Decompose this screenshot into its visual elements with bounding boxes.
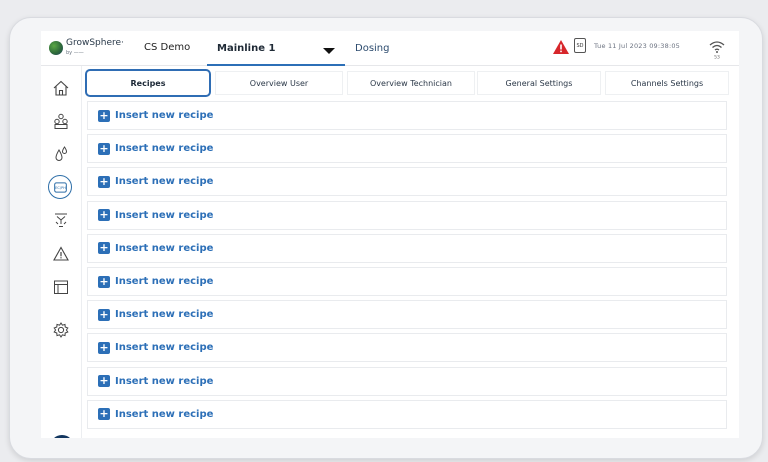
ec-ph-label: EC/PH	[55, 186, 66, 190]
insert-recipe-row[interactable]: + Insert new recipe	[87, 333, 727, 363]
home-icon[interactable]	[51, 78, 71, 98]
plus-icon: +	[98, 374, 110, 388]
brand-logo: GrowSphere· by ——	[49, 37, 124, 59]
tab-channels-settings[interactable]: Channels Settings	[605, 71, 729, 95]
plus-icon: +	[98, 340, 110, 354]
insert-recipe-row[interactable]: + Insert new recipe	[87, 101, 727, 130]
alarm-warning-icon[interactable]	[552, 39, 570, 55]
tab-recipes[interactable]: Recipes	[85, 69, 211, 97]
avatar[interactable]: CD	[50, 435, 74, 438]
ec-ph-icon[interactable]: EC/PH	[48, 175, 72, 199]
plus-icon: +	[98, 208, 110, 222]
insert-recipe-label: Insert new recipe	[115, 110, 214, 121]
insert-recipe-label: Insert new recipe	[115, 209, 214, 221]
insert-recipe-label: Insert new recipe	[115, 242, 214, 254]
irrigation-icon[interactable]	[51, 210, 71, 230]
plus-icon: +	[98, 108, 110, 122]
plus-icon: +	[98, 307, 110, 321]
insert-recipe-row[interactable]: + Insert new recipe	[87, 134, 727, 164]
wifi-level: 53	[714, 55, 720, 60]
plus-icon: +	[98, 241, 110, 255]
plus-icon: +	[98, 141, 110, 155]
insert-recipe-label: Insert new recipe	[115, 176, 214, 188]
dosing-drops-icon[interactable]	[51, 144, 71, 164]
insert-recipe-label: Insert new recipe	[115, 375, 214, 387]
tab-overview-user[interactable]: Overview User	[215, 71, 343, 95]
sd-card-icon[interactable]: SD	[574, 38, 586, 53]
insert-recipe-row[interactable]: + Insert new recipe	[87, 167, 727, 197]
chevron-down-icon	[323, 48, 335, 54]
insert-recipe-row[interactable]: + Insert new recipe	[87, 200, 727, 230]
recipe-list: + Insert new recipe + Insert new recipe + Ins…	[87, 101, 727, 436]
calendar-icon[interactable]	[51, 277, 71, 297]
top-bar: GrowSphere· by —— CS Demo Mainline 1 Dos…	[41, 31, 739, 66]
site-name: CS Demo	[144, 42, 191, 53]
datetime: Tue 11 Jul 2023 09:38:05	[594, 42, 681, 50]
plus-icon: +	[98, 407, 110, 421]
nodes-icon[interactable]	[51, 111, 71, 131]
insert-recipe-label: Insert new recipe	[115, 342, 214, 354]
wifi-icon[interactable]: 53	[709, 39, 725, 59]
alarm-warning-icon[interactable]	[51, 244, 71, 264]
insert-recipe-row[interactable]: + Insert new recipe	[87, 267, 727, 296]
insert-recipe-label: Insert new recipe	[115, 143, 214, 155]
insert-recipe-row[interactable]: + Insert new recipe	[87, 366, 727, 396]
plus-icon: +	[98, 174, 110, 188]
settings-gear-icon[interactable]	[51, 320, 71, 340]
tab-general-settings[interactable]: General Settings	[477, 71, 601, 95]
insert-recipe-label: Insert new recipe	[115, 276, 214, 287]
insert-recipe-row[interactable]: + Insert new recipe	[87, 233, 727, 263]
tab-overview-technician[interactable]: Overview Technician	[347, 71, 475, 95]
insert-recipe-row[interactable]: + Insert new recipe	[87, 399, 727, 429]
line-selector-dropdown[interactable]: Mainline 1	[207, 37, 345, 66]
sidebar: EC/PH CD	[41, 66, 82, 438]
insert-recipe-label: Insert new recipe	[115, 408, 214, 420]
tab-bar: Recipes Overview User Overview Technicia…	[85, 69, 735, 99]
insert-recipe-label: Insert new recipe	[115, 309, 214, 321]
section-title: Dosing	[355, 43, 390, 54]
insert-recipe-row[interactable]: + Insert new recipe	[87, 300, 727, 330]
app-screen: GrowSphere· by —— CS Demo Mainline 1 Dos…	[41, 31, 739, 438]
plus-icon: +	[98, 274, 110, 288]
line-selector-value: Mainline 1	[217, 43, 276, 54]
brand-name: GrowSphere·	[66, 37, 124, 48]
brand-globe-icon	[49, 41, 63, 55]
brand-subtitle: by ——	[66, 49, 84, 56]
